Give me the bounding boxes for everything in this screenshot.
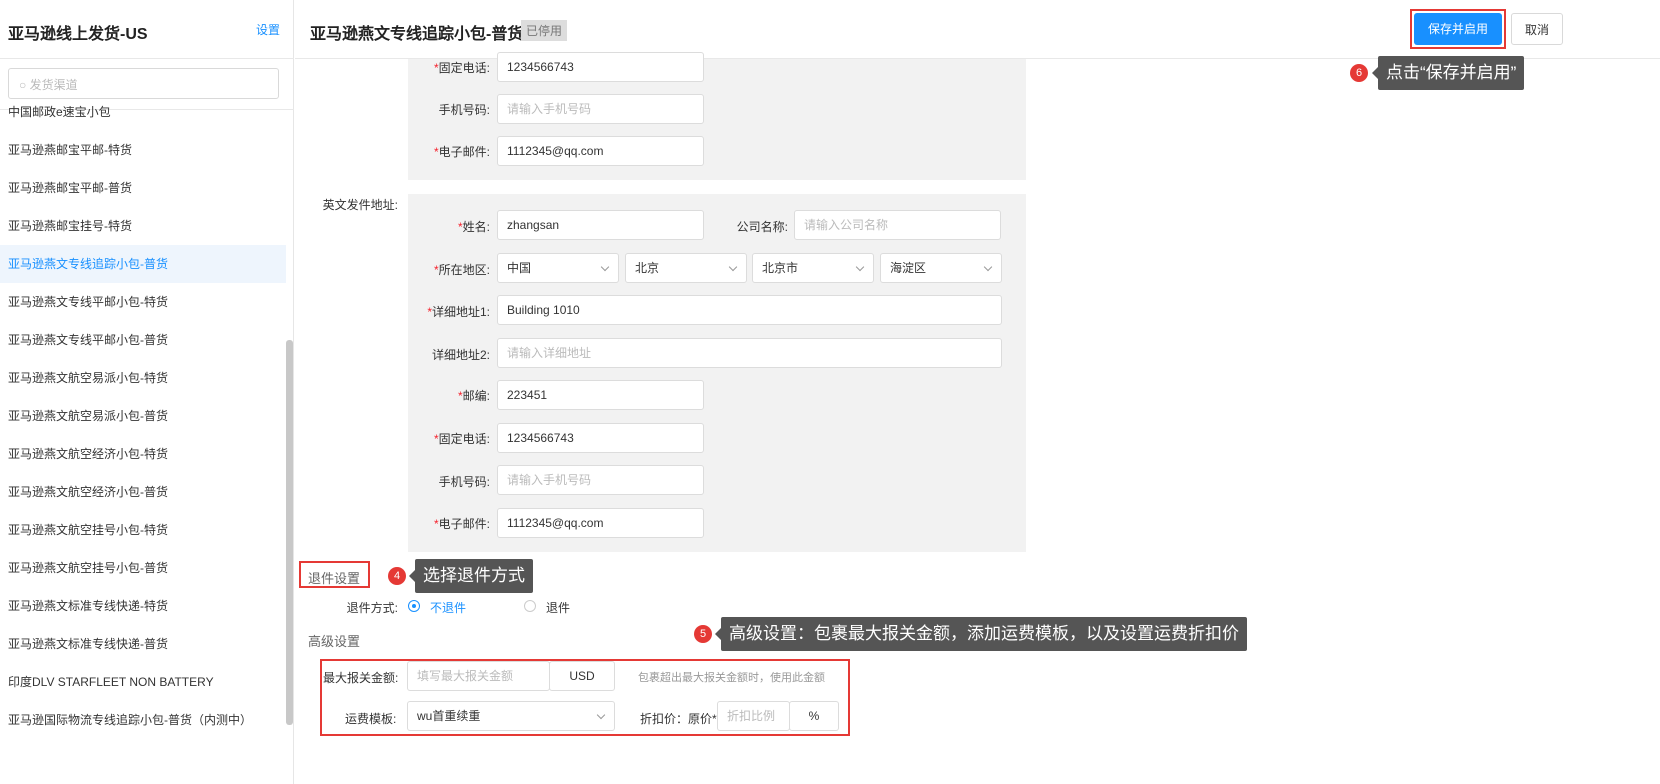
label: 退件方式:: [346, 601, 398, 615]
hint: 包裹超出最大报关金额时，使用此金额: [638, 672, 825, 684]
step-badge: 5: [694, 625, 712, 643]
sidebar: 亚马逊线上发货-US 设置 ○ 发货渠道 中国邮政e速宝小包 亚马逊燕邮宝平邮-特…: [0, 0, 294, 784]
sidebar-item[interactable]: 中国邮政e速宝小包: [0, 100, 286, 131]
district-select[interactable]: 海淀区: [880, 253, 1002, 283]
sidebar-item[interactable]: 亚马逊燕文航空经济小包-特货: [0, 435, 286, 473]
label: 固定电话:: [340, 59, 490, 76]
label: 姓名:: [340, 218, 490, 235]
sidebar-item[interactable]: 亚马逊燕文航空易派小包-特货: [0, 359, 286, 397]
step-badge: 6: [1350, 64, 1368, 82]
step-badge: 4: [388, 567, 406, 585]
radio-label[interactable]: 不退件: [430, 599, 466, 616]
advanced-section-title: 高级设置: [308, 634, 361, 649]
label: 英文发件地址:: [322, 198, 398, 212]
currency-addon: USD: [549, 661, 615, 691]
phone-input[interactable]: 1234566743: [497, 423, 704, 453]
save-enable-button[interactable]: 保存并启用: [1414, 13, 1502, 45]
city-select[interactable]: 北京市: [752, 253, 874, 283]
discount-input[interactable]: 折扣比例: [717, 701, 790, 731]
label: 电子邮件:: [340, 515, 490, 532]
freight-template-select[interactable]: wu首重续重: [407, 701, 615, 731]
radio-label[interactable]: 退件: [546, 599, 570, 616]
mobile-input[interactable]: 请输入手机号码: [497, 465, 704, 495]
mobile-input[interactable]: 请输入手机号码: [497, 94, 704, 124]
radio-no-return[interactable]: [408, 600, 420, 612]
percent-addon: %: [789, 701, 839, 731]
tooltip: 选择退件方式: [409, 559, 533, 593]
cancel-button[interactable]: 取消: [1511, 13, 1563, 45]
label: 详细地址1:: [340, 303, 490, 320]
company-input[interactable]: 请输入公司名称: [794, 210, 1001, 240]
label: 电子邮件:: [340, 143, 490, 160]
page-title: 亚马逊燕文专线追踪小包-普货: [310, 26, 524, 43]
max-value-input[interactable]: 填写最大报关金额: [407, 661, 550, 691]
sidebar-item[interactable]: 亚马逊燕文航空挂号小包-特货: [0, 511, 286, 549]
address1-input[interactable]: Building 1010: [497, 295, 1002, 325]
label: 最大报关金额:: [323, 671, 399, 685]
tooltip: 点击“保存并启用”: [1371, 56, 1525, 90]
sidebar-item[interactable]: 亚马逊国际物流专线追踪小包-普货（内测中）: [0, 701, 286, 739]
scrollbar[interactable]: [286, 340, 293, 725]
en-address-panel: [408, 194, 1026, 552]
address2-input[interactable]: 请输入详细地址: [497, 338, 1002, 368]
email-input[interactable]: 1112345@qq.com: [497, 508, 704, 538]
sidebar-title: 亚马逊线上发货-US: [8, 26, 148, 43]
status-badge: 已停用: [521, 20, 568, 41]
sidebar-item[interactable]: 亚马逊燕文专线追踪小包-普货: [0, 245, 286, 283]
sidebar-item[interactable]: 亚马逊燕邮宝平邮-普货: [0, 169, 286, 207]
radio-return[interactable]: [524, 600, 536, 612]
sidebar-item[interactable]: 亚马逊燕文标准专线快递-普货: [0, 625, 286, 663]
sidebar-item[interactable]: 印度DLV STARFLEET NON BATTERY: [0, 663, 286, 701]
country-select[interactable]: 中国: [497, 253, 619, 283]
email-input[interactable]: 1112345@qq.com: [497, 136, 704, 166]
label: 手机号码:: [438, 475, 490, 489]
zip-input[interactable]: 223451: [497, 380, 704, 410]
label: 详细地址2:: [431, 348, 490, 362]
label: 折扣价：原价*: [640, 712, 717, 726]
sidebar-item[interactable]: 亚马逊燕文航空挂号小包-普货: [0, 549, 286, 587]
tooltip: 高级设置：包裹最大报关金额，添加运费模板，以及设置运费折扣价: [715, 617, 1247, 651]
sidebar-item[interactable]: 亚马逊燕文专线平邮小包-特货: [0, 283, 286, 321]
search-icon: ○: [19, 78, 30, 92]
channel-search-input[interactable]: ○ 发货渠道: [8, 68, 279, 99]
sidebar-item[interactable]: 亚马逊燕邮宝挂号-特货: [0, 207, 286, 245]
return-section-title: 退件设置: [308, 571, 361, 586]
label: 公司名称:: [736, 220, 788, 234]
sidebar-item[interactable]: 亚马逊燕文专线平邮小包-普货: [0, 321, 286, 359]
phone-input[interactable]: 1234566743: [497, 52, 704, 82]
sidebar-item[interactable]: 亚马逊燕文航空经济小包-普货: [0, 473, 286, 511]
label: 手机号码:: [438, 103, 490, 117]
sidebar-item[interactable]: 亚马逊燕文标准专线快递-特货: [0, 587, 286, 625]
settings-link[interactable]: 设置: [256, 21, 280, 38]
label: 所在地区:: [340, 261, 490, 278]
sidebar-item[interactable]: 亚马逊燕邮宝平邮-特货: [0, 131, 286, 169]
sidebar-item[interactable]: 亚马逊燕文航空易派小包-普货: [0, 397, 286, 435]
province-select[interactable]: 北京: [625, 253, 747, 283]
divider: [0, 58, 294, 59]
label: 邮编:: [340, 387, 490, 404]
channel-list: 中国邮政e速宝小包 亚马逊燕邮宝平邮-特货 亚马逊燕邮宝平邮-普货 亚马逊燕邮宝挂号-…: [0, 100, 286, 784]
label: 运费模板:: [345, 712, 397, 726]
label: 固定电话:: [340, 430, 490, 447]
